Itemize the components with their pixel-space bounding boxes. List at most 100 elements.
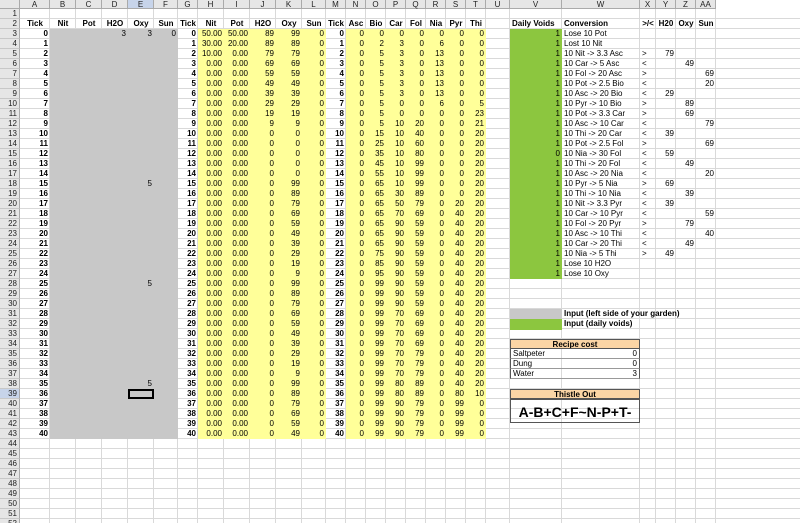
row-header-51[interactable]: 51 xyxy=(0,509,20,519)
chem-bio[interactable]: 99 xyxy=(366,339,386,349)
chem-asc[interactable]: 0 xyxy=(346,189,366,199)
row-header-22[interactable]: 22 xyxy=(0,219,20,229)
input-cell[interactable] xyxy=(154,209,178,219)
input-cell[interactable] xyxy=(102,419,128,429)
column-header-a[interactable]: A xyxy=(20,0,50,9)
chem-nia[interactable]: 0 xyxy=(426,359,446,369)
sim-pot[interactable]: 0.00 xyxy=(224,129,250,139)
conversion-sun[interactable]: 20 xyxy=(696,79,716,89)
input-cell[interactable] xyxy=(102,109,128,119)
input-cell[interactable] xyxy=(128,259,154,269)
column-header-t[interactable]: T xyxy=(466,0,486,9)
input-cell[interactable] xyxy=(128,159,154,169)
row-header-24[interactable]: 24 xyxy=(0,239,20,249)
input-cell[interactable] xyxy=(102,89,128,99)
sim-sun[interactable]: 0 xyxy=(302,109,326,119)
header-w[interactable]: Conversion xyxy=(562,19,640,29)
sim-h2o[interactable]: 79 xyxy=(250,49,276,59)
sim-h2o[interactable]: 0 xyxy=(250,149,276,159)
conversion-compare[interactable]: < xyxy=(640,229,656,239)
row-header-15[interactable]: 15 xyxy=(0,149,20,159)
chem-thi[interactable]: 0 xyxy=(466,429,486,439)
chem-fol[interactable]: 79 xyxy=(406,369,426,379)
sim-tick[interactable]: 22 xyxy=(178,249,198,259)
input-cell[interactable] xyxy=(154,379,178,389)
spreadsheet[interactable]: A B C D E F G H I J K L M N O P Q R S T U V W X Y Z AA 1 2 3 4 5 6 7 8 9 10 1… xyxy=(0,0,800,523)
sim-nit[interactable]: 0.00 xyxy=(198,149,224,159)
sim-nit[interactable]: 0.00 xyxy=(198,349,224,359)
chem-pyr[interactable]: 40 xyxy=(446,349,466,359)
conversion-h2o[interactable]: 59 xyxy=(656,149,676,159)
sim-tick[interactable]: 25 xyxy=(178,279,198,289)
chem-nia[interactable]: 0 xyxy=(426,179,446,189)
daily-void-input[interactable]: 1 xyxy=(510,89,562,99)
chem-fol[interactable]: 69 xyxy=(406,339,426,349)
column-header-y[interactable]: Y xyxy=(656,0,676,9)
chem-tick[interactable]: 3 xyxy=(326,59,346,69)
input-cell[interactable] xyxy=(50,309,76,319)
chem-fol[interactable]: 59 xyxy=(406,229,426,239)
sim-pot[interactable]: 0.00 xyxy=(224,49,250,59)
conversion-label[interactable]: 10 Car -> 20 Thi xyxy=(562,239,640,249)
header-g[interactable]: Tick xyxy=(178,19,198,29)
input-cell[interactable] xyxy=(128,129,154,139)
chem-nia[interactable]: 0 xyxy=(426,419,446,429)
sim-h2o[interactable]: 0 xyxy=(250,209,276,219)
input-cell[interactable] xyxy=(102,139,128,149)
row-header-43[interactable]: 43 xyxy=(0,429,20,439)
chem-nia[interactable]: 0 xyxy=(426,119,446,129)
column-header-p[interactable]: P xyxy=(386,0,406,9)
sim-sun[interactable]: 0 xyxy=(302,219,326,229)
conversion-compare[interactable]: > xyxy=(640,69,656,79)
sim-sun[interactable]: 0 xyxy=(302,319,326,329)
sim-pot[interactable]: 0.00 xyxy=(224,169,250,179)
conversion-h2o[interactable]: 79 xyxy=(656,49,676,59)
column-header-e[interactable]: E xyxy=(128,0,154,9)
chem-pyr[interactable]: 40 xyxy=(446,339,466,349)
row-header-50[interactable]: 50 xyxy=(0,499,20,509)
sim-oxy[interactable]: 69 xyxy=(276,59,302,69)
input-cell[interactable] xyxy=(76,319,102,329)
conversion-h2o[interactable] xyxy=(656,119,676,129)
sim-nit[interactable]: 10.00 xyxy=(198,49,224,59)
legend-gray-label[interactable]: Input (left side of your garden) xyxy=(562,309,716,319)
input-cell[interactable] xyxy=(76,229,102,239)
input-cell[interactable] xyxy=(50,69,76,79)
conversion-compare[interactable]: < xyxy=(640,239,656,249)
recipe-item-value[interactable]: 0 xyxy=(562,359,640,369)
column-header-x[interactable]: X xyxy=(640,0,656,9)
chem-fol[interactable]: 59 xyxy=(406,239,426,249)
sim-sun[interactable]: 0 xyxy=(302,269,326,279)
input-cell[interactable] xyxy=(76,79,102,89)
row-header-40[interactable]: 40 xyxy=(0,399,20,409)
chem-tick[interactable]: 22 xyxy=(326,249,346,259)
input-cell[interactable] xyxy=(128,359,154,369)
sim-h2o[interactable]: 0 xyxy=(250,399,276,409)
daily-void-input[interactable]: 1 xyxy=(510,259,562,269)
chem-car[interactable]: 90 xyxy=(386,259,406,269)
sim-tick[interactable]: 29 xyxy=(178,319,198,329)
input-cell[interactable] xyxy=(154,89,178,99)
conversion-compare[interactable]: < xyxy=(640,79,656,89)
chem-bio[interactable]: 5 xyxy=(366,119,386,129)
input-cell[interactable] xyxy=(50,179,76,189)
column-header-h[interactable]: H xyxy=(198,0,224,9)
input-cell[interactable] xyxy=(154,359,178,369)
sim-nit[interactable]: 0.00 xyxy=(198,179,224,189)
input-cell[interactable] xyxy=(76,119,102,129)
input-cell[interactable] xyxy=(76,269,102,279)
chem-tick[interactable]: 28 xyxy=(326,309,346,319)
tick-cell[interactable]: 19 xyxy=(20,219,50,229)
chem-tick[interactable]: 38 xyxy=(326,409,346,419)
input-cell[interactable]: 5 xyxy=(128,279,154,289)
chem-thi[interactable]: 0 xyxy=(466,69,486,79)
chem-car[interactable]: 70 xyxy=(386,319,406,329)
input-cell[interactable] xyxy=(102,169,128,179)
conversion-compare[interactable]: < xyxy=(640,129,656,139)
chem-tick[interactable]: 21 xyxy=(326,239,346,249)
conversion-compare[interactable]: < xyxy=(640,199,656,209)
sim-sun[interactable]: 0 xyxy=(302,279,326,289)
chem-nia[interactable]: 0 xyxy=(426,29,446,39)
column-header-aa[interactable]: AA xyxy=(696,0,716,9)
chem-tick[interactable]: 1 xyxy=(326,39,346,49)
